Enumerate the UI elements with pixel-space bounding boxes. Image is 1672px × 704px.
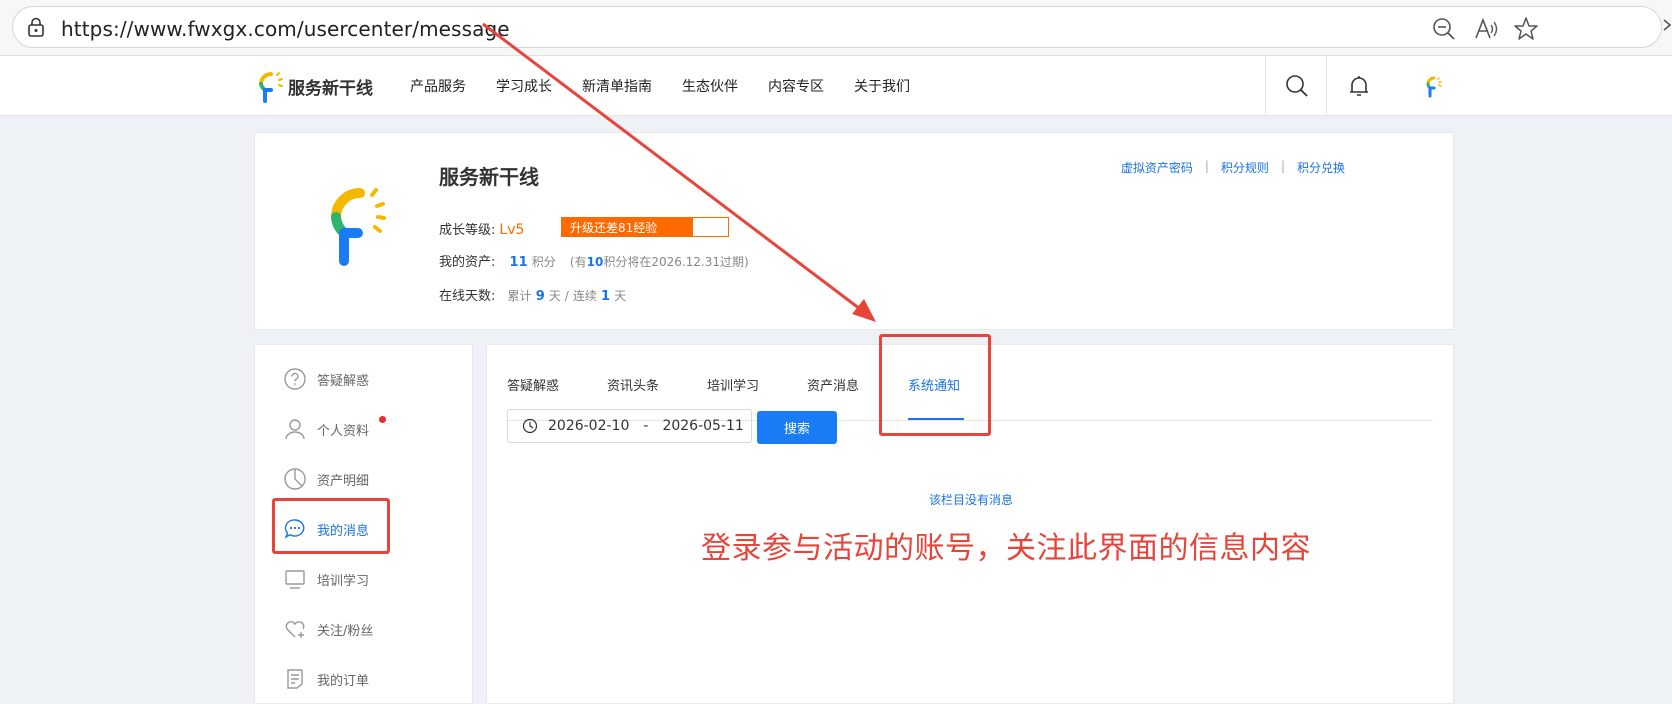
address-bar[interactable]: https://www.fwxgx.com/usercenter/message	[12, 6, 1662, 48]
pie-chart-icon	[284, 468, 306, 490]
zoom-out-icon[interactable]	[1431, 16, 1457, 42]
link-separator: |	[1280, 159, 1285, 173]
cumulative-days: 9	[535, 289, 545, 304]
search-icon[interactable]	[1284, 73, 1310, 99]
tab-news[interactable]: 资讯头条	[607, 375, 659, 394]
nav-item-guide[interactable]: 新清单指南	[582, 76, 652, 96]
sidebar-item-orders[interactable]: 我的订单	[283, 659, 369, 699]
growth-level-row: 成长等级: Lv5	[439, 219, 524, 238]
sidebar-item-label: 我的订单	[317, 673, 370, 689]
sidebar-item-qa[interactable]: 答疑解惑	[283, 359, 369, 399]
sidebar-item-label: 个人资料	[317, 423, 370, 439]
nav-item-about[interactable]: 关于我们	[854, 76, 910, 96]
highlight-box-messages	[272, 498, 390, 554]
chevron-icon[interactable]	[1662, 18, 1672, 32]
question-icon	[284, 368, 306, 390]
annotation-note: 登录参与活动的账号，关注此界面的信息内容	[701, 531, 1311, 566]
tab-asset-messages[interactable]: 资产消息	[807, 375, 859, 394]
nav-item-learning[interactable]: 学习成长	[496, 76, 552, 96]
header-divider	[1326, 56, 1327, 116]
favorite-star-icon[interactable]	[1513, 16, 1539, 42]
monitor-icon	[285, 570, 305, 589]
tab-training[interactable]: 培训学习	[707, 375, 759, 394]
heart-plus-icon	[285, 621, 305, 638]
nav-item-products[interactable]: 产品服务	[410, 76, 466, 96]
cumulative-unit: 天 /	[548, 289, 569, 303]
sidebar-item-label: 资产明细	[317, 473, 370, 489]
profile-name: 服务新干线	[439, 165, 539, 189]
sidebar-item-follow[interactable]: 关注/粉丝	[283, 609, 373, 649]
growth-label: 成长等级:	[439, 223, 496, 238]
lock-icon[interactable]	[27, 17, 45, 37]
date-start[interactable]: 2026-02-10	[548, 418, 629, 434]
sidebar-item-label: 培训学习	[317, 573, 370, 589]
points-rules-link[interactable]: 积分规则	[1221, 159, 1269, 176]
level-progress-bar: 升级还差81经验	[561, 217, 729, 237]
date-end[interactable]: 2026-05-11	[662, 418, 743, 434]
assets-label: 我的资产:	[439, 255, 496, 270]
points-exchange-link[interactable]: 积分兑换	[1297, 159, 1345, 176]
highlight-box-system-notice	[879, 334, 991, 436]
online-label: 在线天数:	[439, 289, 496, 304]
consecutive-days: 1	[601, 289, 611, 304]
url-text[interactable]: https://www.fwxgx.com/usercenter/message	[61, 17, 510, 41]
expire-suffix: 积分将在2026.12.31过期)	[603, 255, 749, 269]
cumulative-prefix: 累计	[507, 289, 532, 303]
points-unit: 积分	[531, 255, 556, 269]
sidebar-item-label: 答疑解惑	[317, 373, 370, 389]
sidebar-item-profile[interactable]: 个人资料	[283, 409, 369, 449]
consecutive-unit: 天	[614, 289, 627, 303]
sidebar-item-training[interactable]: 培训学习	[283, 559, 369, 599]
document-icon	[287, 669, 303, 689]
nav-item-partners[interactable]: 生态伙伴	[682, 76, 738, 96]
link-separator: |	[1204, 159, 1209, 173]
level-value: Lv5	[499, 222, 525, 238]
clock-icon	[522, 418, 538, 434]
assets-row: 我的资产: 11 积分 (有10积分将在2026.12.31过期)	[439, 251, 749, 270]
sidebar-item-label: 关注/粉丝	[317, 623, 374, 639]
site-header: 服务新干线 产品服务 学习成长 新清单指南 生态伙伴 内容专区 关于我们	[0, 56, 1672, 116]
tab-qa[interactable]: 答疑解惑	[507, 375, 559, 394]
bell-icon[interactable]	[1346, 73, 1372, 99]
expire-points: 10	[586, 255, 604, 269]
search-button[interactable]: 搜索	[757, 411, 837, 444]
notification-dot	[379, 416, 386, 423]
brand-logo-icon[interactable]	[250, 66, 290, 106]
header-divider	[1265, 56, 1266, 116]
browser-toolbar: https://www.fwxgx.com/usercenter/message	[0, 0, 1672, 56]
virtual-asset-password-link[interactable]: 虚拟资产密码	[1121, 159, 1193, 176]
read-aloud-icon[interactable]	[1473, 16, 1499, 42]
date-range-picker[interactable]: 2026-02-10 - 2026-05-11	[507, 409, 752, 443]
upgrade-text: 升级还差81经验	[570, 221, 658, 235]
consecutive-prefix: 连续	[572, 289, 597, 303]
profile-card: 服务新干线 成长等级: Lv5 升级还差81经验 我的资产: 11 积分 (有10…	[254, 132, 1454, 330]
avatar[interactable]	[1420, 73, 1446, 99]
profile-avatar	[331, 188, 386, 266]
profile-links: 虚拟资产密码 | 积分规则 | 积分兑换	[1121, 159, 1345, 176]
main-nav: 产品服务 学习成长 新清单指南 生态伙伴 内容专区 关于我们	[410, 76, 940, 96]
user-icon	[285, 419, 305, 440]
empty-state-text: 该栏目没有消息	[928, 493, 1013, 507]
points-value[interactable]: 11	[510, 255, 528, 270]
date-separator: -	[643, 418, 649, 434]
nav-item-content[interactable]: 内容专区	[768, 76, 824, 96]
brand-name[interactable]: 服务新干线	[288, 74, 373, 99]
online-days-row: 在线天数: 累计 9 天 / 连续 1 天	[439, 285, 626, 304]
expire-prefix: (有	[569, 255, 587, 269]
sidebar-item-assets[interactable]: 资产明细	[283, 459, 369, 499]
